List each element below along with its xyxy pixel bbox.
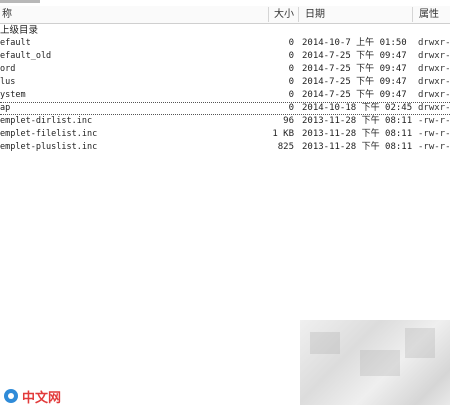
file-attributes: -rw-r-- [418, 116, 450, 126]
file-name: ord [0, 64, 16, 74]
column-header-name[interactable]: 称 [2, 6, 12, 23]
file-row[interactable]: emplet-dirlist.inc 96 2013-11-28 下午 08:1… [0, 115, 450, 128]
file-date: 2014-10-7 上午 01:50 [302, 38, 407, 48]
column-header-size[interactable]: 大小 [274, 6, 294, 23]
file-date: 2013-11-28 下午 08:11 [302, 116, 413, 126]
column-divider[interactable] [268, 7, 269, 22]
file-row-selected[interactable]: ap 0 2014-10-18 下午 02:45 drwxr-x [0, 102, 450, 115]
file-name: emplet-pluslist.inc [0, 142, 98, 152]
logo-text: 中文网 [22, 389, 62, 405]
file-date: 2014-7-25 下午 09:47 [302, 77, 407, 87]
file-attributes: drwxr-x [418, 90, 450, 100]
file-attributes: -rw-r-- [418, 142, 450, 152]
file-row[interactable]: emplet-filelist.inc 1 KB 2013-11-28 下午 0… [0, 128, 450, 141]
file-row[interactable]: emplet-pluslist.inc 825 2013-11-28 下午 08… [0, 141, 450, 154]
file-size: 96 [283, 116, 294, 126]
column-header-date[interactable]: 日期 [305, 6, 325, 23]
file-attributes: drwxr-x [418, 51, 450, 61]
file-attributes: -rw-r-- [418, 129, 450, 139]
file-attributes: drwxr-x [418, 64, 450, 74]
watermark-pixel [405, 328, 435, 358]
logo-icon [4, 389, 18, 403]
watermark-pixel [360, 350, 400, 376]
file-name: emplet-dirlist.inc [0, 116, 93, 126]
site-logo: 中文网 [4, 388, 62, 405]
column-divider[interactable] [298, 7, 299, 22]
watermark-blur [300, 320, 450, 405]
file-name: lus [0, 77, 16, 87]
column-header: 称 大小 日期 属性 [0, 6, 450, 24]
file-row[interactable]: efault 0 2014-10-7 上午 01:50 drwxr-x [0, 37, 450, 50]
file-size: 0 [288, 90, 294, 100]
column-divider[interactable] [412, 7, 413, 22]
file-attributes: drwxr-x [418, 77, 450, 87]
file-name: efault [0, 38, 31, 48]
parent-directory-row[interactable]: 上级目录 [0, 24, 38, 37]
file-size: 0 [288, 103, 294, 113]
file-date: 2013-11-28 下午 08:11 [302, 129, 413, 139]
file-name: ystem [0, 90, 26, 100]
file-name: emplet-filelist.inc [0, 129, 98, 139]
file-row[interactable]: efault_old 0 2014-7-25 下午 09:47 drwxr-x [0, 50, 450, 63]
file-size: 0 [288, 51, 294, 61]
column-header-attributes[interactable]: 属性 [419, 6, 439, 23]
file-size: 0 [288, 64, 294, 74]
file-attributes: drwxr-x [418, 38, 450, 48]
file-attributes: drwxr-x [418, 103, 450, 113]
file-name: ap [0, 103, 11, 113]
file-date: 2014-10-18 下午 02:45 [302, 103, 413, 113]
file-date: 2014-7-25 下午 09:47 [302, 64, 407, 74]
file-size: 0 [288, 38, 294, 48]
file-date: 2014-7-25 下午 09:47 [302, 90, 407, 100]
file-name: efault_old [0, 51, 52, 61]
file-row[interactable]: ord 0 2014-7-25 下午 09:47 drwxr-x [0, 63, 450, 76]
file-size: 825 [277, 142, 294, 152]
file-row[interactable]: lus 0 2014-7-25 下午 09:47 drwxr-x [0, 76, 450, 89]
toolbar-strip-bar [0, 0, 40, 3]
file-size: 0 [288, 77, 294, 87]
file-row[interactable]: ystem 0 2014-7-25 下午 09:47 drwxr-x [0, 89, 450, 102]
file-date: 2014-7-25 下午 09:47 [302, 51, 407, 61]
file-size: 1 KB [272, 129, 294, 139]
watermark-pixel [310, 332, 340, 354]
file-date: 2013-11-28 下午 08:11 [302, 142, 413, 152]
